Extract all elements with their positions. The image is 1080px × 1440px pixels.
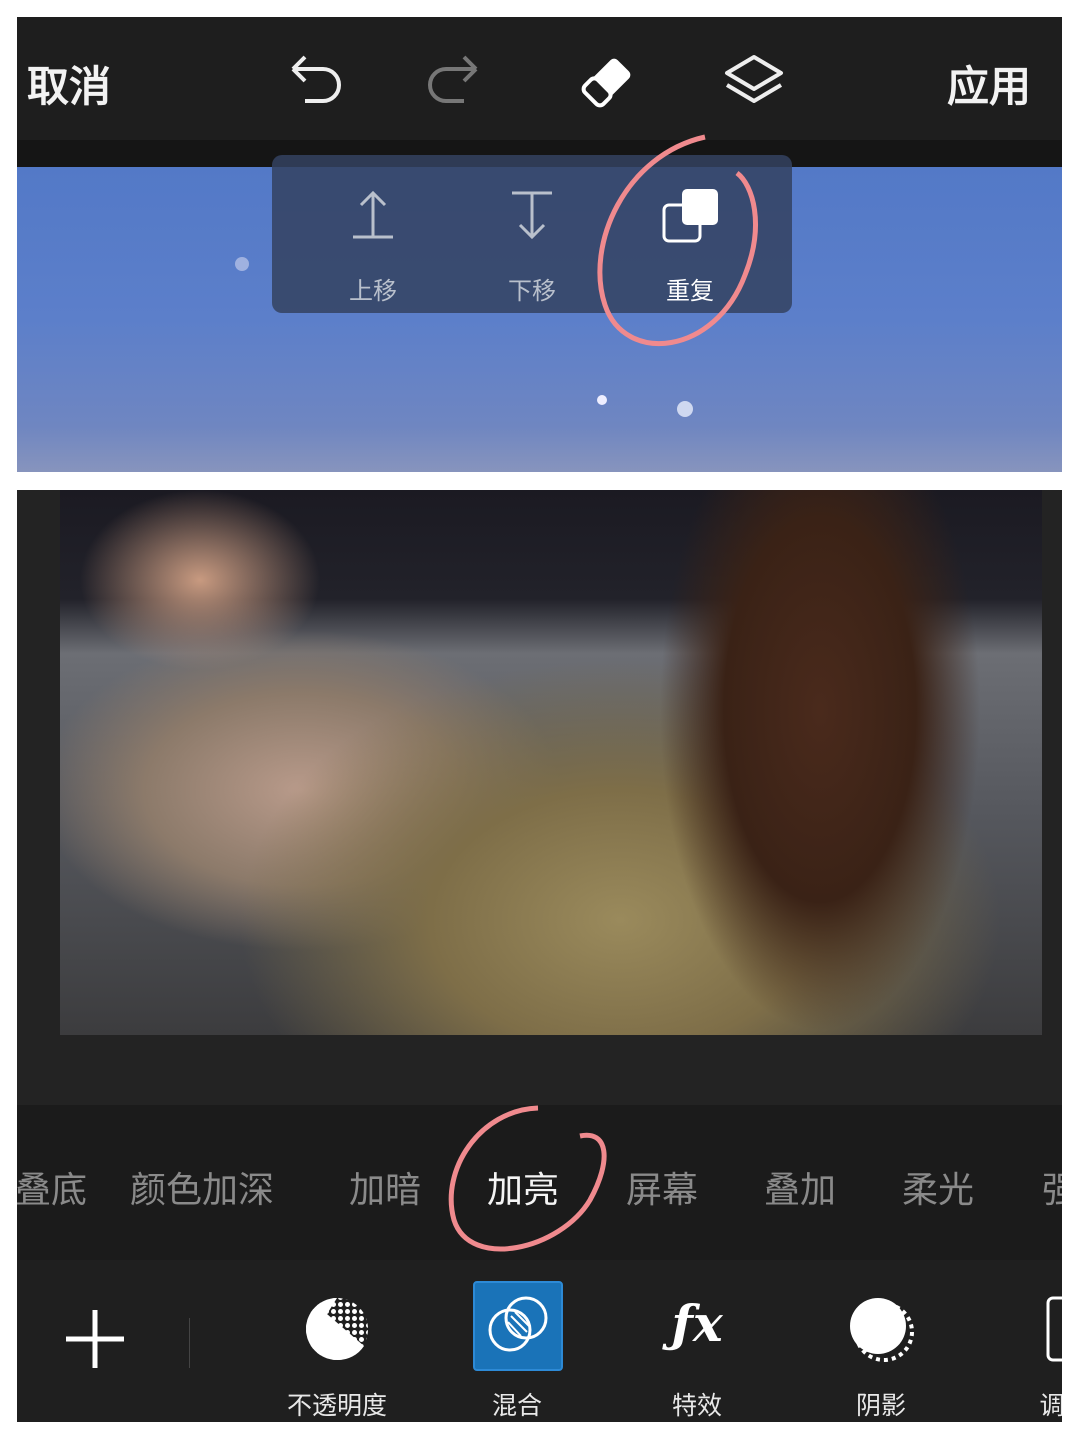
annotation-circle — [448, 1105, 607, 1252]
bokeh — [235, 257, 249, 271]
shadow-tool[interactable]: 阴影 — [831, 1290, 931, 1420]
blend-mode-multiply[interactable]: 叠底 — [17, 1161, 87, 1213]
blend-mode-soft-light[interactable]: 柔光 — [902, 1161, 974, 1213]
move-up-button[interactable]: 上移 — [313, 155, 433, 313]
divider — [189, 1318, 190, 1368]
opacity-tool[interactable]: 不透明度 — [287, 1290, 387, 1420]
bottom-tool-bar: 不透明度 混合 ƒx 特效 阴影 调 — [17, 1260, 1062, 1422]
top-editor-panel: 取消 应用 上移 下移 重复 — [17, 17, 1062, 472]
fx-icon: ƒx — [671, 1294, 723, 1353]
blend-mode-screen[interactable]: 屏幕 — [626, 1161, 698, 1213]
adjust-tool[interactable]: 调 — [1002, 1290, 1062, 1420]
opacity-icon — [306, 1298, 368, 1361]
bottom-editor-panel: 叠底 颜色加深 加暗 加亮 屏幕 叠加 柔光 强 不透明度 混合 ƒx 特效 阴… — [17, 490, 1062, 1422]
apply-button[interactable]: 应用 — [947, 53, 1031, 114]
adjust-icon — [1046, 1296, 1062, 1362]
bokeh — [597, 395, 607, 405]
blend-icon — [488, 1296, 548, 1352]
undo-icon[interactable] — [277, 47, 347, 117]
shadow-label: 阴影 — [855, 1391, 906, 1420]
blend-tool[interactable]: 混合 — [467, 1281, 567, 1420]
blend-mode-overlay[interactable]: 叠加 — [764, 1161, 836, 1213]
add-icon[interactable] — [62, 1306, 128, 1372]
cancel-button[interactable]: 取消 — [27, 53, 111, 114]
effects-tool[interactable]: ƒx 特效 — [647, 1290, 747, 1420]
move-down-button[interactable]: 下移 — [472, 155, 592, 313]
adjust-label: 调 — [1039, 1391, 1062, 1420]
redo-icon[interactable] — [422, 47, 492, 117]
effects-label: 特效 — [671, 1391, 722, 1420]
top-toolbar: 取消 应用 — [17, 17, 1062, 140]
annotation-circle — [597, 134, 758, 347]
eraser-icon[interactable] — [572, 47, 642, 117]
move-down-label: 下移 — [508, 277, 556, 305]
move-down-icon — [512, 191, 552, 240]
blend-label: 混合 — [491, 1391, 542, 1420]
canvas-photo — [60, 490, 1042, 1035]
layers-icon[interactable] — [719, 47, 789, 117]
opacity-label: 不透明度 — [286, 1391, 387, 1420]
move-up-icon — [353, 190, 393, 239]
blend-mode-color-burn[interactable]: 颜色加深 — [130, 1161, 274, 1213]
blend-mode-hard-light[interactable]: 强 — [1042, 1161, 1062, 1213]
blend-mode-darken[interactable]: 加暗 — [349, 1161, 421, 1213]
bokeh — [677, 401, 693, 417]
shadow-icon — [850, 1298, 914, 1362]
move-up-label: 上移 — [349, 277, 397, 305]
